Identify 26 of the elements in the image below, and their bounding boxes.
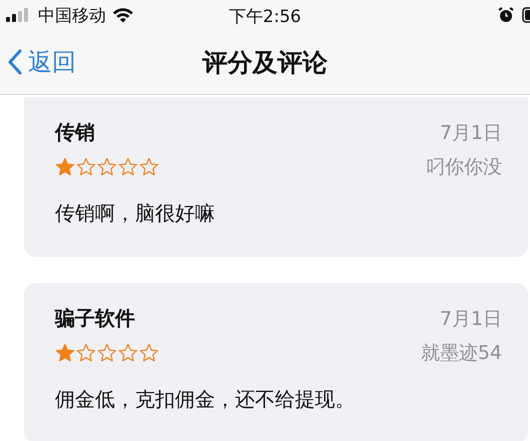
- review-text: 传销啊，脑很好嘛: [55, 200, 216, 227]
- carrier-name: 中国移动: [38, 4, 106, 26]
- review-text: 佣金低，克扣佣金，还不给提现。: [55, 386, 356, 413]
- status-time: 下午2:56: [228, 6, 302, 28]
- star-icon: [97, 343, 117, 363]
- review-title: 传销: [55, 119, 95, 146]
- review-author: 就墨迹54: [420, 341, 502, 366]
- star-icon: [97, 157, 117, 177]
- star-icon: [139, 343, 159, 363]
- wifi-icon: [112, 7, 134, 23]
- review-title: 骗子软件: [55, 305, 135, 332]
- alarm-clock-icon: [498, 7, 514, 23]
- star-icon: [76, 343, 96, 363]
- star-icon: [118, 157, 138, 177]
- battery-icon: [522, 7, 530, 23]
- chevron-left-icon: [8, 49, 22, 75]
- star-icon: [55, 157, 75, 177]
- back-button[interactable]: 返回: [0, 45, 82, 79]
- review-date: 7月1日: [440, 306, 502, 332]
- review-author: 叼你你没: [426, 155, 502, 180]
- review-date: 7月1日: [440, 120, 502, 146]
- star-icon: [118, 343, 138, 363]
- star-icon: [55, 343, 75, 363]
- page-title: 评分及评论: [202, 46, 328, 78]
- star-icon: [76, 157, 96, 177]
- star-icon: [139, 157, 159, 177]
